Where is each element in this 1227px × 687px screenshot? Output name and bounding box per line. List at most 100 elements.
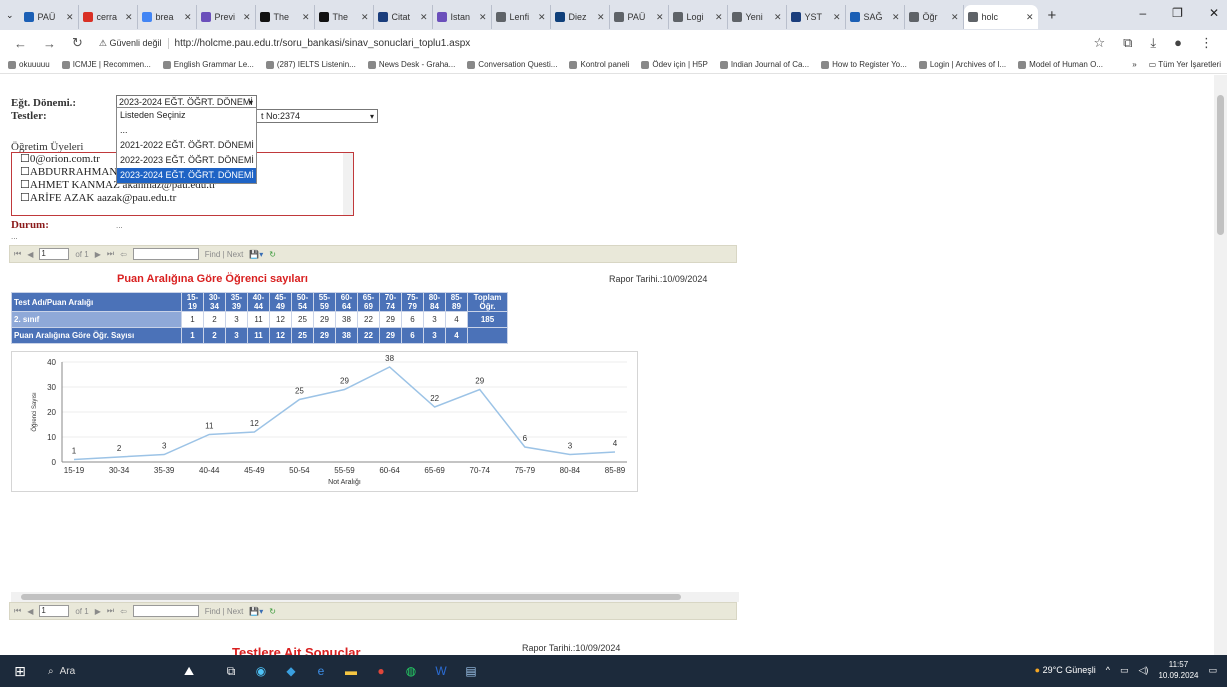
back-icon[interactable]: ← xyxy=(14,36,27,51)
tab-close-icon[interactable]: ✕ xyxy=(774,12,782,23)
tab-close-icon[interactable]: ✕ xyxy=(420,12,428,23)
windows-start-icon[interactable]: ⊞ xyxy=(0,663,40,680)
tab-close-icon[interactable]: ✕ xyxy=(597,12,605,23)
browser-tab[interactable]: PAÜ ✕ xyxy=(20,5,79,29)
browser-tab[interactable]: Istan ✕ xyxy=(433,5,492,29)
volume-icon[interactable]: ◁) xyxy=(1139,665,1149,676)
bookmark-item[interactable]: Conversation Questi... xyxy=(467,60,557,69)
bookmark-item[interactable]: News Desk - Graha... xyxy=(367,60,455,69)
back-report-icon[interactable]: ⇦ xyxy=(120,607,127,616)
refresh-icon[interactable]: ↻ xyxy=(269,607,276,616)
taskbar-clock[interactable]: 11:57 10.09.2024 xyxy=(1158,659,1198,681)
widget-icon[interactable]: ⛰ xyxy=(164,658,214,684)
task-view-icon[interactable]: ⧉ xyxy=(218,658,244,684)
word-icon[interactable]: W xyxy=(428,658,454,684)
prev-page-icon[interactable]: ◀ xyxy=(27,607,33,616)
dropdown-option[interactable]: 2023-2024 EĞT. ÖĞRT. DÖNEMİ xyxy=(117,168,256,183)
browser-tab[interactable]: PAÜ ✕ xyxy=(610,5,669,29)
maximize-button[interactable]: ❐ xyxy=(1172,6,1183,20)
all-bookmarks-link[interactable]: ▭ Tüm Yer İşaretleri xyxy=(1149,60,1221,69)
export-icon[interactable]: 💾▾ xyxy=(249,250,263,259)
profile-avatar[interactable]: ● xyxy=(1174,35,1182,51)
new-tab-button[interactable]: + xyxy=(1038,7,1067,24)
prev-page-icon[interactable]: ◀ xyxy=(27,250,33,259)
browser-tab[interactable]: Lenfi ✕ xyxy=(492,5,551,29)
browser-tab[interactable]: Öğr ✕ xyxy=(905,5,964,29)
store-icon[interactable]: ◆ xyxy=(278,658,304,684)
browser-tab[interactable]: Yeni ✕ xyxy=(728,5,787,29)
first-page-icon[interactable]: ⏮ xyxy=(14,249,21,259)
page-number-input[interactable]: 1 xyxy=(39,248,70,260)
opera-icon[interactable]: ● xyxy=(368,658,394,684)
browser-tab[interactable]: Citat ✕ xyxy=(374,5,433,29)
notification-icon[interactable]: ▭ xyxy=(1208,665,1217,676)
dropdown-option[interactable]: Listeden Seçiniz xyxy=(117,108,256,123)
bookmark-item[interactable]: Kontrol paneli xyxy=(569,60,629,69)
menu-icon[interactable]: ⋮ xyxy=(1200,35,1213,51)
tab-close-icon[interactable]: ✕ xyxy=(1026,12,1034,23)
member-checkbox[interactable]: ☐ xyxy=(20,153,30,165)
member-item[interactable]: ☐ARİFE AZAK aazak@pau.edu.tr xyxy=(16,192,353,205)
horizontal-scrollbar[interactable] xyxy=(11,592,739,602)
minimize-button[interactable]: – xyxy=(1139,6,1146,20)
bookmark-item[interactable]: English Grammar Le... xyxy=(162,60,254,69)
tab-close-icon[interactable]: ✕ xyxy=(243,12,251,23)
folder-icon[interactable]: ▬ xyxy=(338,658,364,684)
back-report-icon[interactable]: ⇦ xyxy=(120,250,127,259)
term-dropdown-list[interactable]: Listeden Seçiniz... 2021-2022 EĞT. ÖĞRT. … xyxy=(116,107,257,184)
last-page-icon[interactable]: ⏭ xyxy=(107,606,114,616)
browser-tab[interactable]: The ✕ xyxy=(256,5,315,29)
refresh-icon[interactable]: ↻ xyxy=(269,250,276,259)
dropdown-option[interactable]: 2021-2022 EĞT. ÖĞRT. DÖNEMİ xyxy=(117,138,256,153)
find-next-link[interactable]: Find | Next xyxy=(205,250,244,259)
bookmark-item[interactable]: Ödev için | H5P xyxy=(641,60,708,69)
network-icon[interactable]: ▭ xyxy=(1120,665,1129,676)
member-checkbox[interactable]: ☐ xyxy=(20,192,30,204)
find-input[interactable] xyxy=(132,605,199,617)
browser-tab[interactable]: Logi ✕ xyxy=(669,5,728,29)
browser-tab[interactable]: YST ✕ xyxy=(787,5,846,29)
tab-close-icon[interactable]: ✕ xyxy=(951,12,959,23)
edge-icon[interactable]: e xyxy=(308,658,334,684)
taskbar-search[interactable]: ⌕ Ara xyxy=(40,659,160,683)
tab-close-icon[interactable]: ✕ xyxy=(538,12,546,23)
bookmark-item[interactable]: Login | Archives of I... xyxy=(918,60,1006,69)
tab-close-icon[interactable]: ✕ xyxy=(833,12,841,23)
browser-tab[interactable]: Previ ✕ xyxy=(197,5,256,29)
find-input[interactable] xyxy=(132,248,199,260)
tab-close-icon[interactable]: ✕ xyxy=(66,12,74,23)
url-field[interactable]: ⚠ Güvenli değil http://holcme.pau.edu.tr… xyxy=(99,37,470,49)
forward-icon[interactable]: → xyxy=(43,36,56,51)
browser-tab[interactable]: holc ✕ xyxy=(963,5,1038,29)
notepad-icon[interactable]: ▤ xyxy=(458,658,484,684)
tab-search-icon[interactable]: ⌄ xyxy=(6,10,14,21)
bookmark-item[interactable]: ICMJE | Recommen... xyxy=(61,60,151,69)
tab-close-icon[interactable]: ✕ xyxy=(479,12,487,23)
tab-close-icon[interactable]: ✕ xyxy=(125,12,133,23)
next-page-icon[interactable]: ▶ xyxy=(95,250,101,259)
members-scrollbar[interactable] xyxy=(343,153,353,215)
bookmark-item[interactable]: (287) IELTS Listenin... xyxy=(265,60,356,69)
first-page-icon[interactable]: ⏮ xyxy=(14,606,21,616)
close-window-button[interactable]: ✕ xyxy=(1209,6,1219,20)
vertical-scrollbar[interactable] xyxy=(1214,75,1227,655)
find-next-link[interactable]: Find | Next xyxy=(205,607,244,616)
browser-tab[interactable]: SAĞ ✕ xyxy=(846,5,905,29)
weather-widget[interactable]: ● 29°C Güneşli xyxy=(1035,665,1096,675)
download-icon[interactable]: ⤓ xyxy=(1150,35,1156,51)
browser-tab[interactable]: cerra ✕ xyxy=(79,5,138,29)
dropdown-option[interactable]: 2022-2023 EĞT. ÖĞRT. DÖNEMİ xyxy=(117,153,256,168)
bookmark-item[interactable]: How to Register Yo... xyxy=(821,60,907,69)
bookmark-item[interactable]: Indian Journal of Ca... xyxy=(719,60,809,69)
tab-close-icon[interactable]: ✕ xyxy=(892,12,900,23)
reload-icon[interactable]: ↻ xyxy=(72,35,83,51)
member-checkbox[interactable]: ☐ xyxy=(20,179,30,191)
export-icon[interactable]: 💾▾ xyxy=(249,607,263,616)
tab-close-icon[interactable]: ✕ xyxy=(302,12,310,23)
last-page-icon[interactable]: ⏭ xyxy=(107,249,114,259)
bookmark-item[interactable]: okuuuuu xyxy=(8,60,50,69)
security-warning[interactable]: ⚠ Güvenli değil xyxy=(99,37,169,49)
member-checkbox[interactable]: ☐ xyxy=(20,166,30,178)
tray-chevron-icon[interactable]: ^ xyxy=(1106,665,1110,675)
browser-tab[interactable]: The ✕ xyxy=(315,5,374,29)
